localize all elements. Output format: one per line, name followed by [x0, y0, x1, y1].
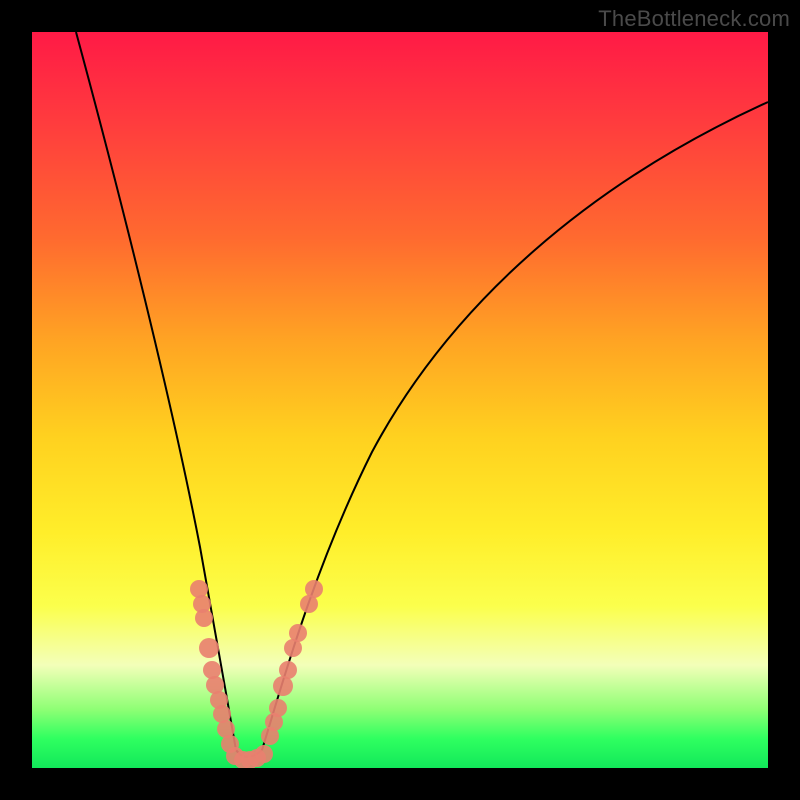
chart-svg: [32, 32, 768, 768]
bead-group-valley: [226, 745, 273, 768]
watermark-text: TheBottleneck.com: [598, 6, 790, 32]
plot-area: [32, 32, 768, 768]
bead-group-right: [261, 580, 323, 745]
bead-group-left: [190, 580, 239, 753]
curve-right: [262, 102, 768, 750]
chart-frame: TheBottleneck.com: [0, 0, 800, 800]
